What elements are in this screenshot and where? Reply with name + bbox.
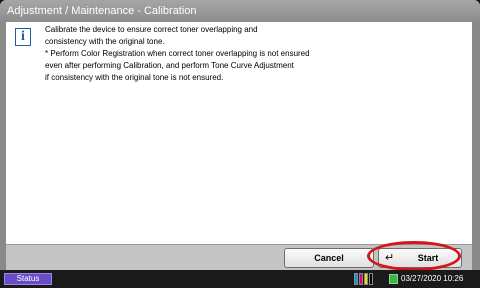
message-line: * Perform Color Registration when correc… <box>45 49 310 58</box>
start-highlight-ring <box>367 241 461 271</box>
message-line: Calibrate the device to ensure correct t… <box>45 25 258 34</box>
datetime: 03/27/2020 10:26 <box>401 274 464 283</box>
message-line: consistency with the original tone. <box>45 37 165 46</box>
cancel-button[interactable]: Cancel <box>284 248 374 268</box>
calibration-dialog: Adjustment / Maintenance - Calibration i… <box>0 0 480 270</box>
status-bar: Status 03/27/2020 10:26 <box>0 270 480 288</box>
toner-cyan-bar <box>354 273 358 285</box>
message-line: even after performing Calibration, and p… <box>45 61 294 70</box>
info-icon: i <box>15 28 31 46</box>
toner-level-icon <box>354 273 376 285</box>
message-line: if consistency with the original tone is… <box>45 73 224 82</box>
toner-yellow-bar <box>364 273 368 285</box>
toner-black-bar <box>369 273 373 285</box>
dialog-title: Adjustment / Maintenance - Calibration <box>0 0 480 22</box>
toner-magenta-bar <box>359 273 363 285</box>
message-panel: i Calibrate the device to ensure correct… <box>6 22 472 244</box>
status-button[interactable]: Status <box>4 273 52 285</box>
message-text: Calibrate the device to ensure correct t… <box>45 24 465 84</box>
device-status-icon <box>389 274 398 284</box>
